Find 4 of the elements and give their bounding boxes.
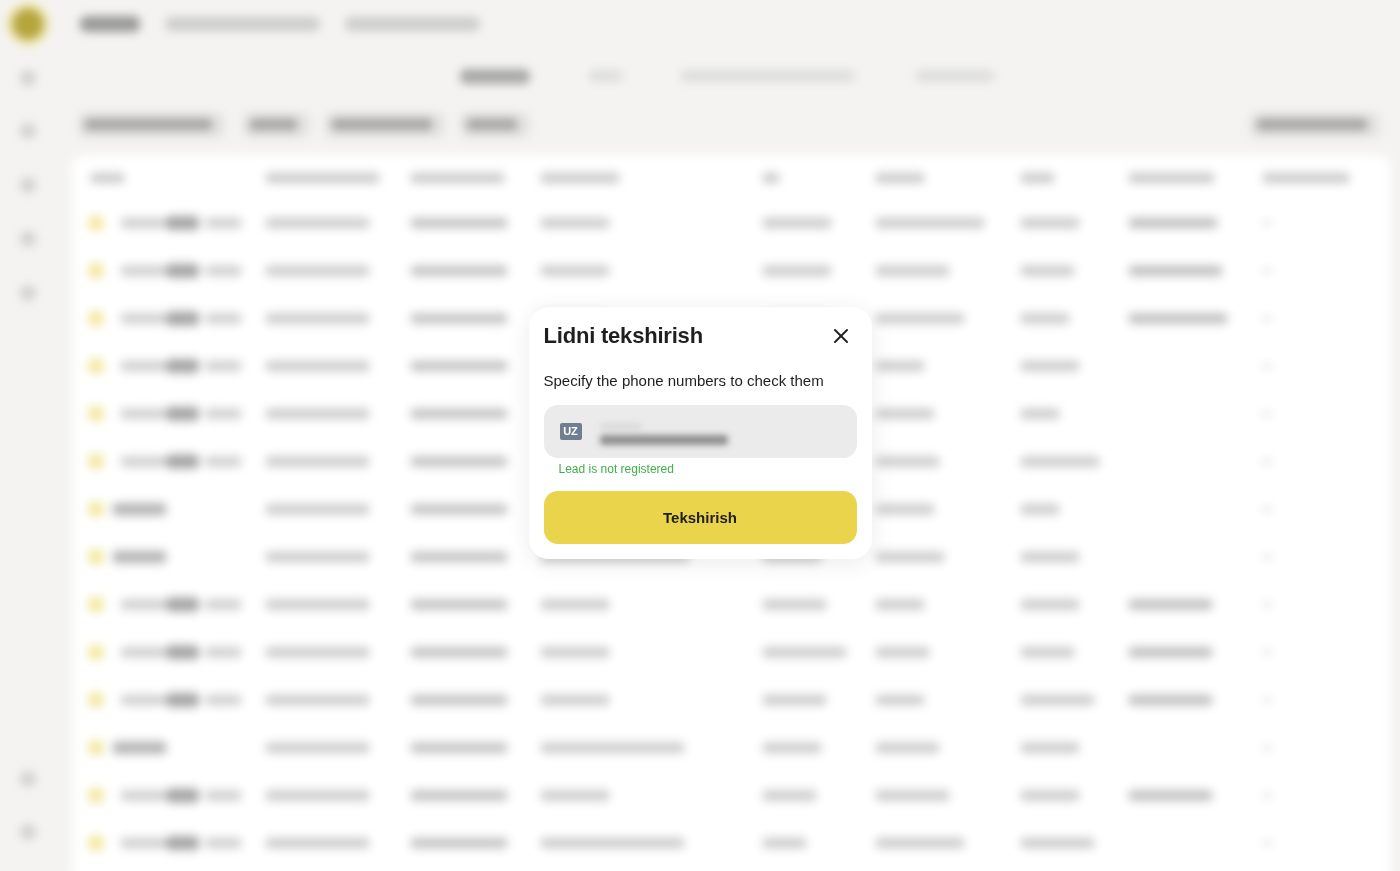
dialog-description: Specify the phone numbers to check them: [543, 371, 825, 390]
country-code-badge: UZ: [559, 422, 582, 440]
status-message: Lead is not registered: [558, 461, 675, 476]
dialog-title: Lidni tekshirish: [543, 321, 703, 350]
